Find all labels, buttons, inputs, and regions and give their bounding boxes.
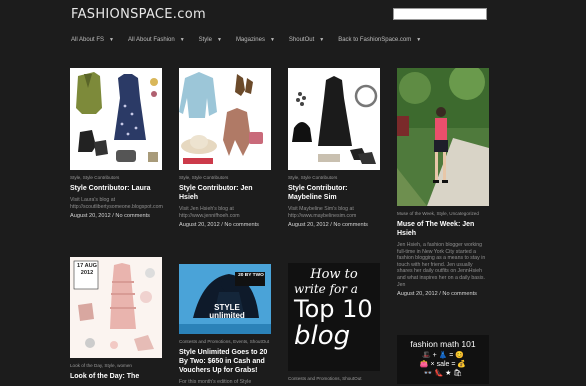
post-categories[interactable]: Contests and Promotions, Events, ShoutOu… [179,339,271,345]
comments-link[interactable]: No comments [333,222,368,228]
search-input[interactable] [393,8,487,20]
post-excerpt: Visit Jen Hsieh's blog at http://www.jen… [179,206,240,219]
comments-link[interactable]: No comments [115,213,150,219]
post-categories[interactable]: Contests and Promotions, ShoutOut [288,376,380,382]
site-logo[interactable]: FASHIONSPACE.com [71,7,206,22]
post-image-look-of-the-day[interactable]: 17 AUG 2012 [70,257,162,358]
nav-item-all-about-fs[interactable]: All About FS ▼ [71,33,114,47]
post-categories[interactable]: Style, Style Contributors [288,175,380,181]
post-image-outfit-maybeline[interactable] [288,68,380,170]
image-line-1: How to [310,267,358,282]
post-categories[interactable]: Look of the Day, Style, women [70,363,162,369]
post-image-fashion-math[interactable]: fashion math 101 🎩 + 👗 = 😊 👛 × sale = 💰 … [397,335,489,384]
banner-main-text: STYLE unlimited [209,303,245,320]
chevron-down-icon: ▼ [416,37,422,43]
nav-item-back-to-fashionspace[interactable]: Back to FashionSpace.com ▼ [338,33,421,47]
image-line-4: blog [294,321,351,351]
nav-item-all-about-fashion[interactable]: All About Fashion ▼ [128,33,185,47]
post-title[interactable]: Look of the Day: The [70,372,162,381]
post-date: August 20, 2012 [70,213,111,220]
post-meta: August 20, 2012 / No comments [70,213,150,220]
post-title[interactable]: Style Contributor: Laura [70,184,162,193]
post-categories[interactable]: Style, Style Contributors [70,175,162,181]
banner-top-text: 20 BY TWO [238,273,264,278]
image-row-1: 🎩 + 👗 = 😊 [421,352,465,359]
post-excerpt: For this month's edition of Style [179,379,252,385]
post-title[interactable]: Style Unlimited Goes to 20 By Two: $650 … [179,348,271,375]
post-card: Style, Style Contributors Style Contribu… [179,68,271,228]
post-card: fashion math 101 🎩 + 👗 = 😊 👛 × sale = 💰 … [397,335,489,384]
post-card: Muse of the Week, Style, Uncategorized M… [397,68,489,297]
post-excerpt: Visit Maybeline Sim's blog at http://www… [288,206,357,219]
post-image-outfit-jen[interactable] [179,68,271,170]
post-date: August 20, 2012 [288,222,329,229]
post-card: 17 AUG 2012 Look of the Day, Style, wome… [70,257,162,381]
post-date: August 20, 2012 [179,222,220,229]
chevron-down-icon: ▼ [216,37,222,43]
post-image-top-10-blog[interactable]: How to write for a Top 10 blog [288,263,380,371]
post-card: Style, Style Contributors Style Contribu… [288,68,380,228]
image-heading: fashion math 101 [410,339,476,349]
post-meta: August 20, 2012 / No comments [179,222,259,229]
chevron-down-icon: ▼ [319,37,325,43]
post-excerpt: Visit Laura's blog at http://scoutlibert… [70,197,163,210]
post-image-street-style[interactable] [397,68,489,206]
image-row-3: 👓 👠 ★ 🛍 [423,370,463,377]
comments-link[interactable]: No comments [224,222,259,228]
post-card: How to write for a Top 10 blog Contests … [288,263,380,382]
post-categories[interactable]: Style, Style Contributors [179,175,271,181]
main-nav: All About FS ▼ All About Fashion ▼ Style ▼ … [71,33,435,47]
post-card: 20 BY TWO STYLE unlimited Contests and P… [179,264,271,386]
post-date: August 20, 2012 [397,291,438,298]
image-line-3: Top 10 [294,295,373,323]
post-excerpt: Jen Hsieh, a fashion blogger working ful… [397,242,486,288]
chevron-down-icon: ▼ [269,37,275,43]
post-image-style-unlimited[interactable]: 20 BY TWO STYLE unlimited [179,264,271,334]
post-title[interactable]: Style Contributor: Jen Hsieh [179,184,271,202]
date-badge: 17 AUG 2012 [77,263,97,276]
post-categories[interactable]: Muse of the Week, Style, Uncategorized [397,211,489,217]
image-row-2: 👛 × sale = 💰 [419,361,467,368]
post-title[interactable]: Muse of The Week: Jen Hsieh [397,220,489,238]
comments-link[interactable]: No comments [442,291,477,297]
nav-item-style[interactable]: Style ▼ [199,33,222,47]
post-title[interactable]: Style Contributor: Maybeline Sim [288,184,380,202]
nav-item-shoutout[interactable]: ShoutOut ▼ [289,33,324,47]
nav-item-magazines[interactable]: Magazines ▼ [236,33,275,47]
chevron-down-icon: ▼ [109,37,114,43]
image-line-2: write for a [294,282,358,296]
post-image-outfit-laura[interactable] [70,68,162,170]
post-meta: August 20, 2012 / No comments [397,291,477,298]
post-meta: August 20, 2012 / No comments [288,222,368,229]
post-card: Style, Style Contributors Style Contribu… [70,68,163,220]
chevron-down-icon: ▼ [179,37,185,43]
